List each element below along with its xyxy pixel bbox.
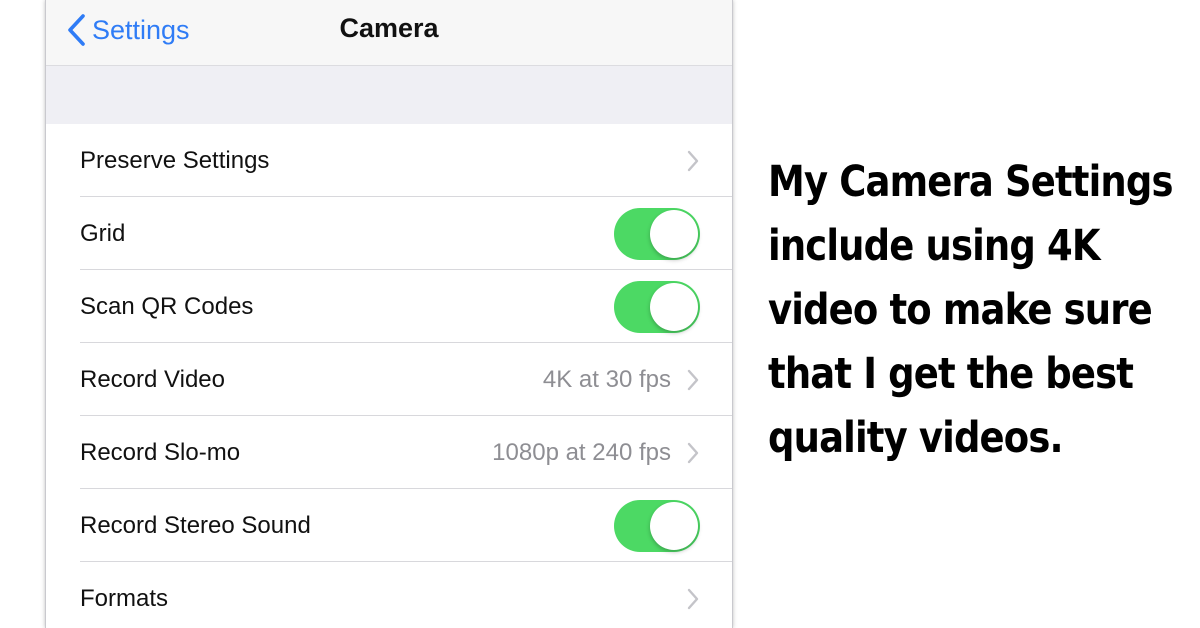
row-preserve-settings[interactable]: Preserve Settings [46,124,732,197]
chevron-right-icon [687,150,699,172]
row-value: 4K at 30 fps [542,365,671,393]
row-label: Grid [80,219,126,247]
section-spacer [46,66,732,124]
row-record-slo-mo[interactable]: Record Slo-mo 1080p at 240 fps [46,416,732,489]
row-record-stereo-sound: Record Stereo Sound [46,489,732,562]
scan-qr-codes-toggle[interactable] [614,280,700,333]
settings-screen: Settings Camera Preserve Settings Grid S… [45,0,733,628]
row-formats[interactable]: Formats [46,562,732,628]
toggle-knob [650,282,698,331]
row-scan-qr-codes: Scan QR Codes [46,270,732,343]
caption-text: My Camera Settings include using 4K vide… [768,157,1173,463]
toggle-knob [650,209,698,258]
row-label: Scan QR Codes [80,292,254,320]
row-label: Record Stereo Sound [80,511,311,539]
row-label: Record Video [80,365,225,393]
settings-list: Preserve Settings Grid Scan QR Codes Rec… [46,124,732,628]
row-label: Preserve Settings [80,146,270,174]
row-label: Record Slo-mo [80,438,241,466]
row-label: Formats [80,584,169,612]
chevron-right-icon [687,369,699,391]
page-title: Camera [339,13,439,43]
navigation-bar: Settings Camera [46,0,732,66]
grid-toggle[interactable] [614,207,700,260]
toggle-knob [650,501,698,550]
chevron-right-icon [687,588,699,610]
record-stereo-sound-toggle[interactable] [614,499,700,552]
chevron-right-icon [687,442,699,464]
row-grid: Grid [46,197,732,270]
row-value: 1080p at 240 fps [492,438,671,466]
row-record-video[interactable]: Record Video 4K at 30 fps [46,343,732,416]
